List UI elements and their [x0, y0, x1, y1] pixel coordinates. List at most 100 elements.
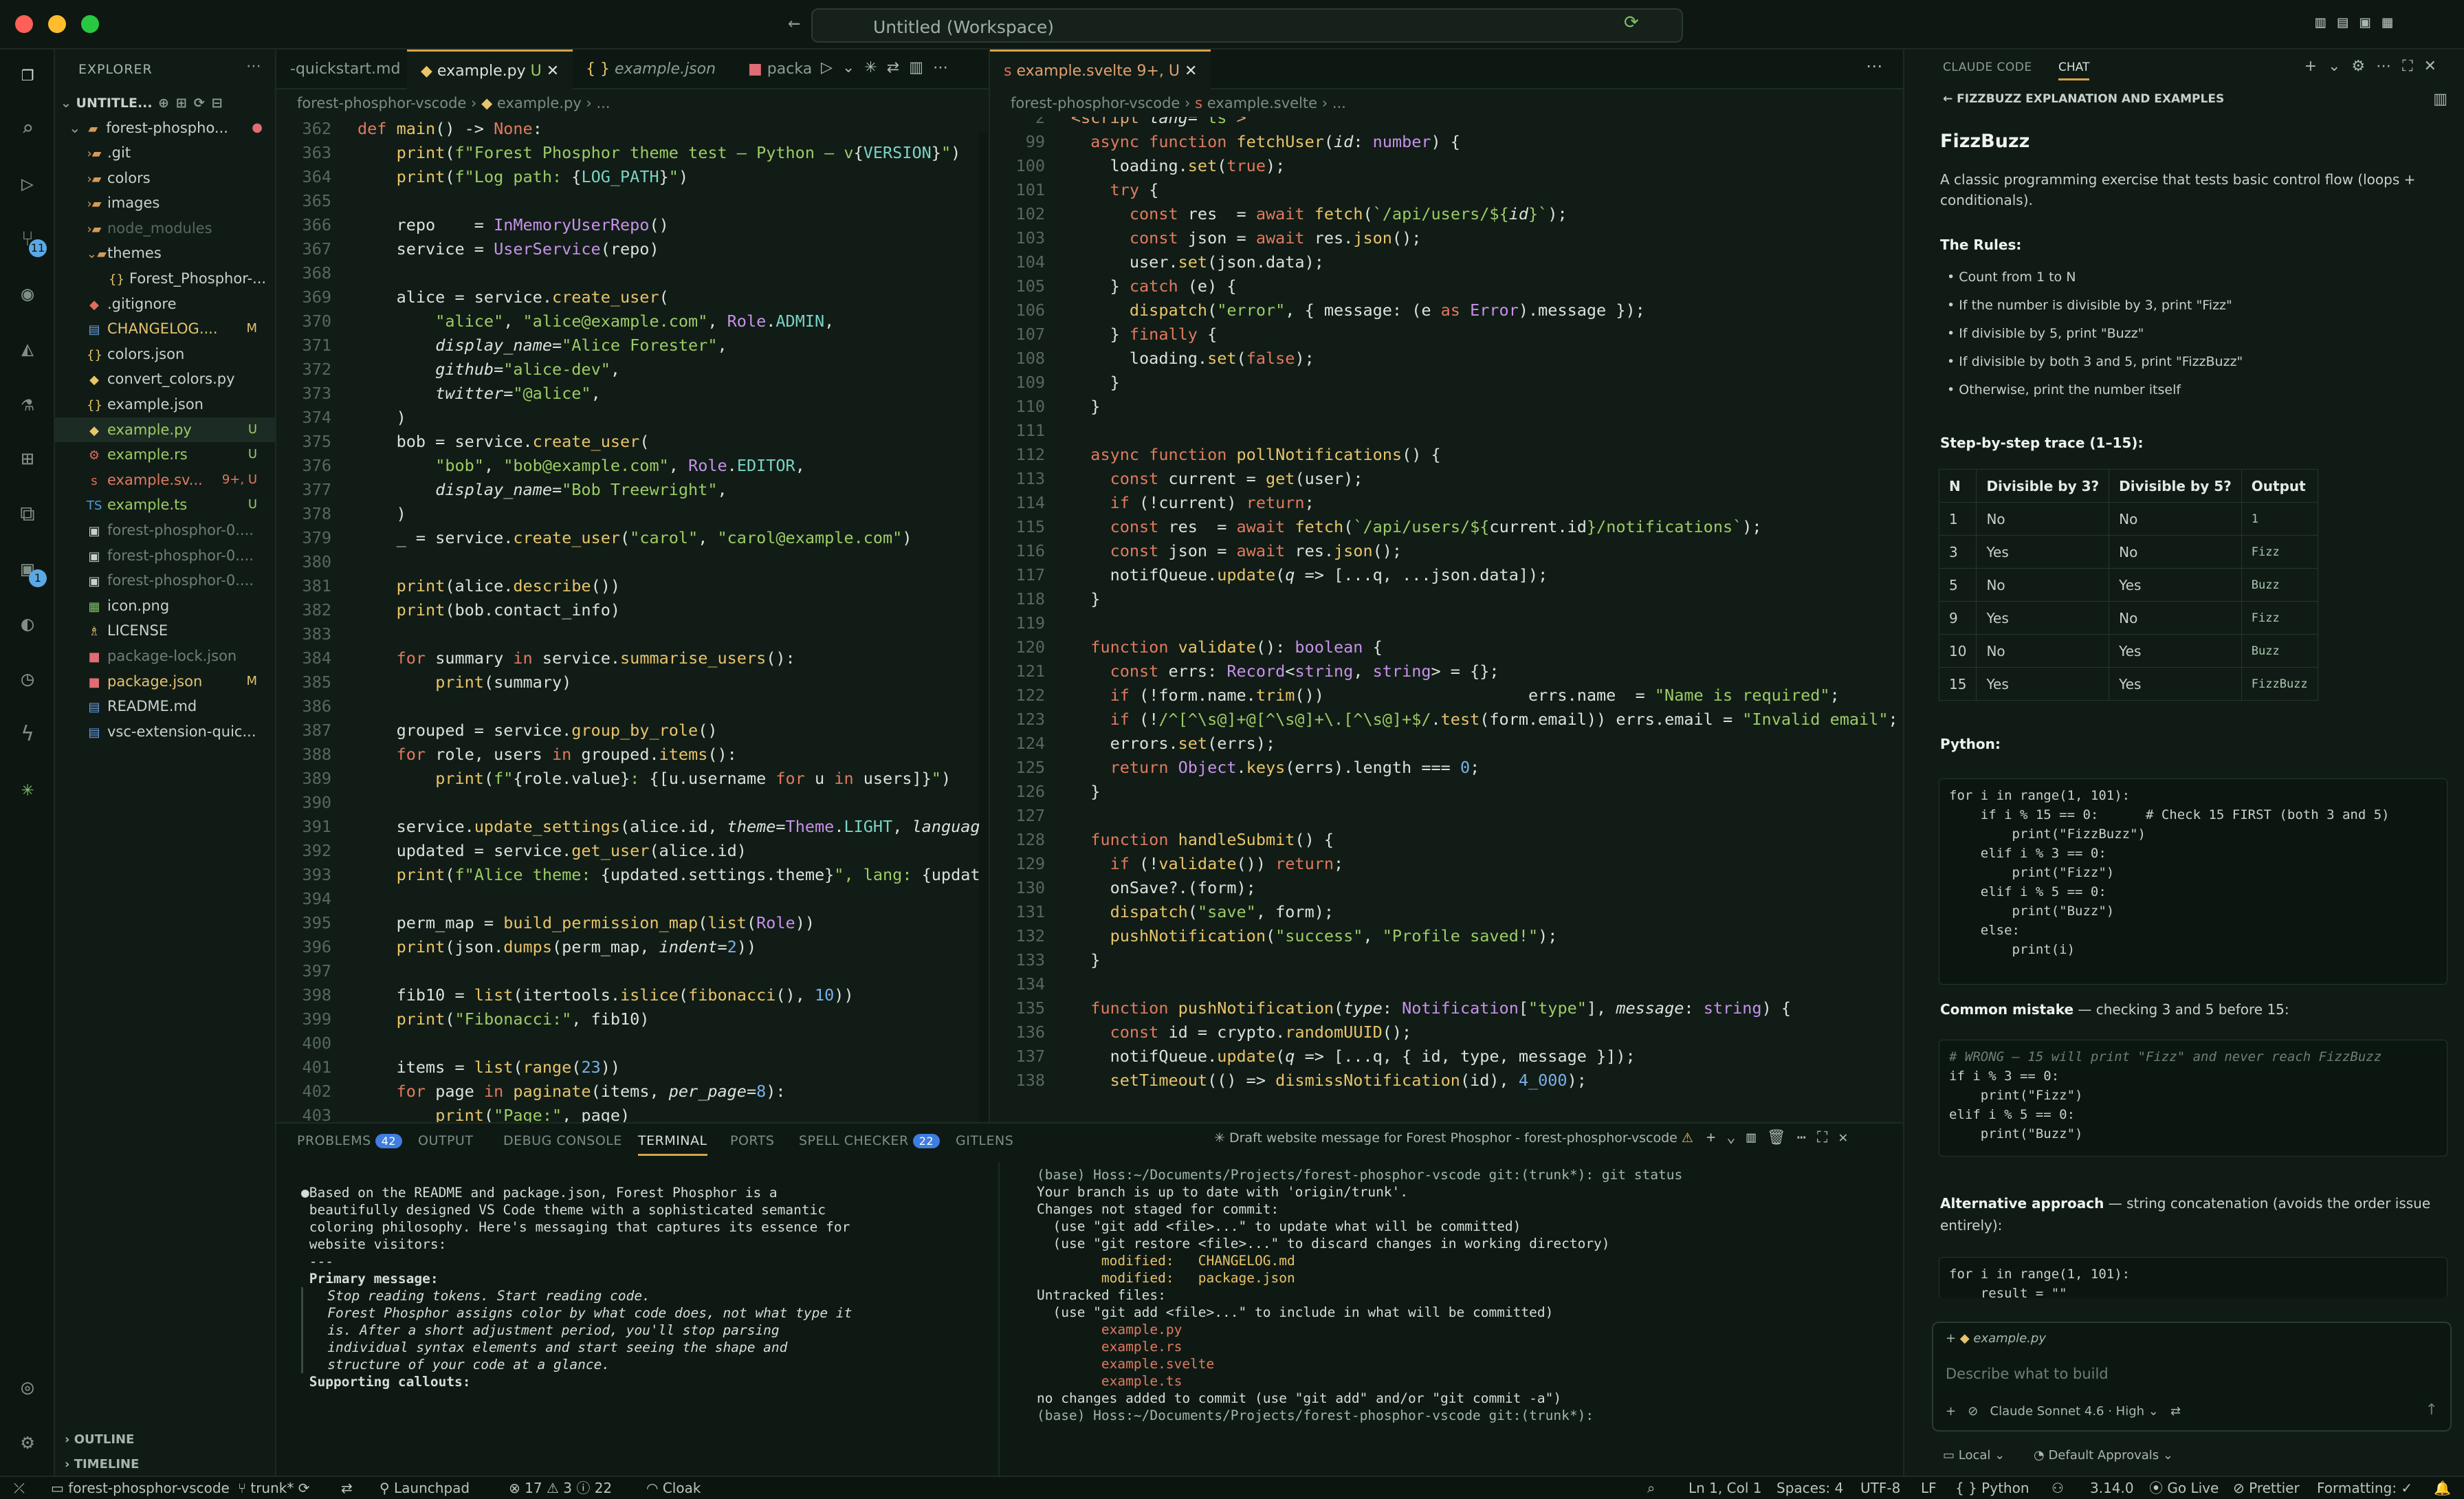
mistake-code-block[interactable]: # WRONG — 15 will print "Fizz" and never…	[1939, 1040, 2448, 1157]
chat-session-header[interactable]: ← FIZZBUZZ EXPLANATION AND EXAMPLES	[1943, 92, 2224, 106]
maximize-window-button[interactable]	[81, 15, 99, 33]
python-version[interactable]: 3.14.0	[2090, 1477, 2134, 1499]
panel-tab-problems[interactable]: PROBLEMS 42	[297, 1133, 403, 1148]
panel-tab-spell-checker[interactable]: SPELL CHECKER 22	[799, 1133, 940, 1148]
file-item-forest-phosphor-0-[interactable]: ▣ forest-phosphor-0....	[55, 568, 275, 593]
file-item-images[interactable]: ›▰ images	[55, 190, 275, 215]
tools-icon[interactable]: ⊘	[1968, 1404, 1978, 1419]
explorer-toolbar-icons[interactable]: ⊕⊞⟳⊟	[158, 91, 230, 116]
explorer-icon[interactable]: ❐	[12, 59, 43, 89]
copilot-status-icon[interactable]: ⚇	[2052, 1477, 2064, 1499]
file-item-colors-json[interactable]: {} colors.json	[55, 342, 275, 366]
deploy-icon[interactable]: ◭	[12, 334, 43, 364]
chat-actions[interactable]: +⌄⚙⋯⛶✕	[2304, 58, 2448, 75]
notifications-icon[interactable]: 🔔	[2434, 1477, 2451, 1499]
file-item-example-sv-[interactable]: ꜱ example.sv... 9+, U	[55, 468, 275, 492]
tab-example-svelte[interactable]: ꜱ example.svelte 9+, U ✕	[990, 50, 1211, 89]
alt-code-block[interactable]: for i in range(1, 101): result = ""	[1939, 1257, 2448, 1298]
panel-actions[interactable]: +⌄▥🗑⋯⛶✕	[1706, 1129, 1859, 1146]
testing-icon[interactable]: ⚗	[12, 389, 43, 419]
workspace-header[interactable]: ⌄ UNTITLE... ⊕⊞⟳⊟	[55, 91, 275, 116]
claude-icon[interactable]: ✳	[12, 774, 43, 805]
source-control-icon[interactable]: ⑂ 11	[12, 224, 47, 257]
file-item-example-py[interactable]: ◆ example.py U	[55, 417, 275, 442]
go-live[interactable]: ⦿ Go Live	[2149, 1477, 2219, 1499]
timeline-icon[interactable]: ◷	[12, 664, 43, 694]
settings-gear-icon[interactable]: ⚙	[12, 1427, 43, 1458]
branch-item[interactable]: ⑂ trunk* ⟳	[238, 1477, 309, 1499]
remote-icon[interactable]: ⧉	[12, 499, 43, 529]
tab-example-py[interactable]: ◆ example.py U ✕	[407, 50, 573, 89]
send-icon[interactable]: ↑	[2426, 1401, 2438, 1419]
launchpad-item[interactable]: ⚲ Launchpad	[380, 1477, 470, 1499]
copilot-icon[interactable]: ⟳	[1624, 12, 1639, 33]
search-icon[interactable]: ⌕	[12, 114, 43, 144]
file-item-forest-phosphor-0-[interactable]: ▣ forest-phosphor-0....	[55, 543, 275, 568]
scrollbar-left[interactable]	[979, 132, 989, 1122]
sidebar-toggle-icon[interactable]: ▥	[2433, 91, 2448, 108]
editor-actions[interactable]: ▷⌄✳⇄▥⋯	[821, 59, 958, 76]
model-selector[interactable]: Claude Sonnet 4.6 · High	[1990, 1404, 2145, 1419]
minimize-window-button[interactable]	[48, 15, 66, 33]
chat-input-box[interactable]: + ◆ example.py Describe what to build + …	[1932, 1322, 2452, 1432]
tab-example-json[interactable]: { } example.json	[572, 50, 729, 89]
python-code-block[interactable]: for i in range(1, 101): if i % 15 == 0: …	[1939, 778, 2448, 985]
repo-item[interactable]: ▭ forest-phosphor-vscode	[51, 1477, 230, 1499]
problems-item[interactable]: ⊗ 17 ⚠ 3 ⓘ 22	[509, 1477, 612, 1499]
panel-tab-output[interactable]: OUTPUT	[418, 1133, 473, 1148]
prettier[interactable]: ⊘ Prettier	[2233, 1477, 2300, 1499]
outline-section[interactable]: › OUTLINE	[55, 1427, 275, 1452]
file-item--gitignore[interactable]: ◆ .gitignore	[55, 292, 275, 316]
file-item-forest-phosphor-0-[interactable]: ▣ forest-phosphor-0....	[55, 518, 275, 543]
file-item-package-json[interactable]: ■ package.json M	[55, 669, 275, 694]
terminal-title[interactable]: ✳ Draft website message for Forest Phosp…	[1214, 1130, 1693, 1146]
file-item-themes[interactable]: ⌄▰themes	[55, 241, 275, 265]
claude-terminal-output[interactable]: ●Based on the README and package.json, F…	[301, 1184, 852, 1390]
close-window-button[interactable]	[15, 15, 33, 33]
encoding[interactable]: UTF-8	[1860, 1477, 1900, 1499]
file-item-convert-colors-py[interactable]: ◆ convert_colors.py	[55, 366, 275, 391]
file-item-changelog-[interactable]: ▤ CHANGELOG.... M	[55, 316, 275, 341]
timeline-section[interactable]: › TIMELINE	[55, 1452, 275, 1477]
more-actions-icon[interactable]: ⋯	[1866, 56, 1882, 76]
extensions-icon[interactable]: ⊞	[12, 444, 43, 474]
file-item-readme-md[interactable]: ▤ README.md	[55, 694, 275, 719]
panel-tab-terminal[interactable]: TERMINAL	[638, 1133, 707, 1156]
lightning-icon[interactable]: ϟ	[12, 719, 43, 750]
code-editor-svelte[interactable]: 2 <script lang="ts"> 99 async function fet…	[990, 117, 1903, 1122]
account-icon[interactable]: ◎	[12, 1372, 43, 1403]
cloak-item[interactable]: ◠ Cloak	[646, 1477, 701, 1499]
formatting[interactable]: Formatting: ✓	[2317, 1477, 2412, 1499]
line-endings[interactable]: LF	[1921, 1477, 1937, 1499]
root-folder[interactable]: ⌄ ▰ forest-phospho... ●	[55, 116, 275, 140]
chat-input[interactable]: Describe what to build	[1946, 1366, 2109, 1382]
close-tab-icon[interactable]: ✕	[1185, 63, 1197, 80]
cursor-position[interactable]: Ln 1, Col 1	[1688, 1477, 1761, 1499]
git-terminal-output[interactable]: (base) Hoss:~/Documents/Projects/forest-…	[1037, 1166, 1682, 1424]
approvals-selector[interactable]: ◔ Default Approvals ⌄	[2034, 1448, 2173, 1463]
tab-chat[interactable]: CHAT	[2058, 61, 2090, 80]
code-editor-python[interactable]: 362 def main() -> None: 363 print(f"Forest…	[276, 117, 989, 1122]
file-item-license[interactable]: ♗ LICENSE	[55, 618, 275, 643]
tab-claude-code[interactable]: CLAUDE CODE	[1943, 61, 2032, 74]
context-file-chip[interactable]: + ◆ example.py	[1946, 1331, 2046, 1346]
add-icon[interactable]: +	[1946, 1404, 1956, 1419]
run-debug-icon[interactable]: ▷	[12, 169, 43, 199]
indentation[interactable]: Spaces: 4	[1776, 1477, 1843, 1499]
language-mode[interactable]: { } Python	[1955, 1477, 2030, 1499]
sync-icon[interactable]: ⇄	[341, 1477, 353, 1499]
github-icon[interactable]: ◉	[12, 279, 43, 309]
close-tab-icon[interactable]: ✕	[547, 63, 559, 80]
file-item--git[interactable]: ›▰ .git	[55, 140, 275, 165]
panel-tab-gitlens[interactable]: GITLENS	[956, 1133, 1013, 1148]
more-actions-icon[interactable]: ⋯	[246, 58, 261, 75]
tab-quickstart[interactable]: -quickstart.md	[276, 50, 414, 89]
file-item-example-rs[interactable]: ⚙ example.rs U	[55, 442, 275, 467]
file-item-node-modules[interactable]: ›▰ node_modules	[55, 216, 275, 241]
panel-tab-ports[interactable]: PORTS	[730, 1133, 774, 1148]
file-item-example-ts[interactable]: TS example.ts U	[55, 492, 275, 517]
containers-icon[interactable]: ▣ 1	[12, 554, 47, 587]
remote-indicator[interactable]: ⤫	[14, 1477, 25, 1499]
file-item-forest-phosphor-[interactable]: {} Forest_Phosphor-...	[55, 266, 275, 291]
command-center[interactable]: Untitled (Workspace)	[811, 8, 1683, 43]
